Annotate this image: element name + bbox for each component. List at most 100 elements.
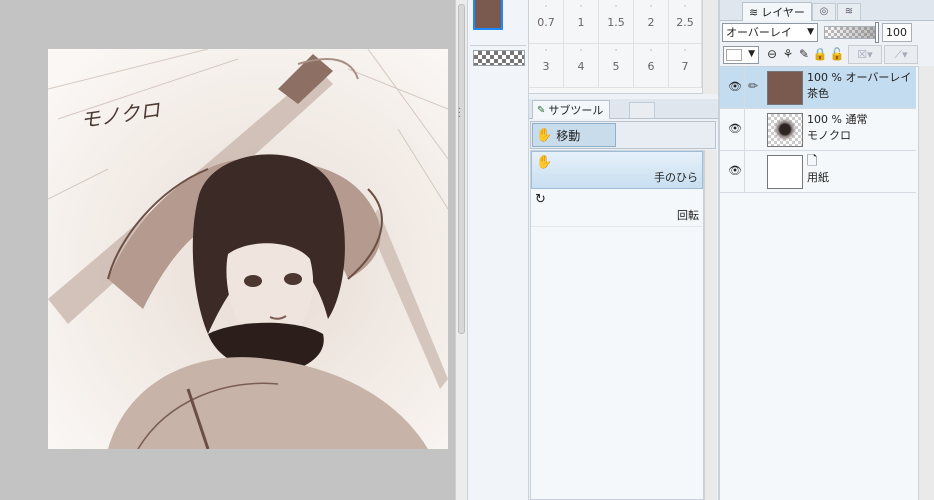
brush-size-cell[interactable]: · 3	[529, 44, 564, 88]
brush-size-cell[interactable]: · 2.5	[669, 0, 702, 44]
chevron-down-icon: ▼	[807, 27, 814, 37]
reference-icon[interactable]: ⚘	[780, 45, 796, 64]
subtool-list: ✋ 手のひら ↻ 回転	[530, 150, 704, 500]
canvas-scrollbar-thumb[interactable]	[458, 4, 465, 334]
layer-name: 用紙	[807, 171, 829, 184]
hand-icon: ✋	[536, 127, 553, 143]
tab-layer-search[interactable]: ≋	[837, 3, 861, 20]
canvas-area[interactable]: モノクロ	[0, 0, 455, 500]
layer-list-scrollbar[interactable]	[918, 66, 934, 500]
brush-size-value: 3	[542, 60, 550, 73]
subtool-item-label: 手のひら	[654, 171, 698, 184]
layer-row[interactable]: 👁 100 % 通常 モノクロ	[720, 109, 916, 151]
brush-size-value: 2.5	[676, 16, 694, 29]
layer-toolbar: ▼ ⊖ ⚘ ✎ 🔒 🔓 ☒▾ ⟋▾	[720, 45, 934, 65]
layer-row[interactable]: 👁 ✏ 100 % オーバーレイ 茶色	[720, 67, 916, 109]
rotate-icon: ↻	[535, 192, 546, 207]
subtool-item-label: 回転	[677, 209, 699, 222]
brush-size-cell[interactable]: · 6	[634, 44, 669, 88]
subtool-tab-icon: ✎	[537, 104, 546, 116]
layer-search-icon: ≋	[844, 6, 854, 17]
layer-mode: 通常	[845, 113, 868, 126]
subtool-tabbar: ✎ サブツール	[529, 99, 718, 119]
tab-subtool[interactable]: ✎ サブツール	[532, 100, 611, 119]
layer-tabbar: ≋ レイヤー ◎ ≋	[720, 0, 934, 21]
clip-icon[interactable]: ⊖	[764, 45, 780, 64]
brush-size-value: 4	[577, 60, 585, 73]
subtool-group-move-button[interactable]: ✋ 移動	[532, 123, 616, 147]
artwork-canvas[interactable]: モノクロ	[48, 49, 448, 449]
tab-layer-property[interactable]: ◎	[812, 3, 836, 20]
opacity-slider[interactable]	[824, 26, 876, 39]
subtool-item-rotate[interactable]: ↻ 回転	[531, 189, 703, 227]
mask-disabled-button[interactable]: ☒▾	[848, 45, 882, 64]
splitter-grip[interactable]: · · ·	[458, 105, 461, 123]
subtool-tab-label: サブツール	[548, 104, 604, 117]
brush-size-value: 1.5	[607, 16, 625, 29]
brush-size-cell[interactable]: · 1	[564, 0, 599, 44]
hand-icon: ✋	[536, 155, 553, 170]
blend-mode-value: オーバーレイ	[726, 26, 792, 39]
eye-icon[interactable]: 👁	[728, 80, 742, 93]
opacity-slider-knob[interactable]	[875, 22, 879, 43]
brush-size-value: 5	[612, 60, 620, 73]
brush-size-cell[interactable]: · 7	[669, 44, 702, 88]
draft-icon[interactable]: ✎	[796, 45, 812, 64]
layer-row[interactable]: 👁 🗋 用紙	[720, 151, 916, 193]
middle-panel: · 0.7 · 1 · 1.5 · 2 · 2.5 · 3 · 4 · 5 · 6 · 7 ✎ サブ…	[529, 0, 718, 500]
brush-size-value: 7	[681, 60, 689, 73]
brush-size-cell[interactable]: · 1.5	[599, 0, 634, 44]
brush-size-cell[interactable]: · 2	[634, 0, 669, 44]
layer-color-button[interactable]: ▼	[723, 46, 759, 64]
brush-size-cell[interactable]: · 5	[599, 44, 634, 88]
ruler-disabled-button[interactable]: ⟋▾	[884, 45, 918, 64]
subtool-item-hand[interactable]: ✋ 手のひら	[531, 151, 703, 189]
layer-property-icon: ◎	[819, 6, 829, 17]
subtool-scrollbar[interactable]	[704, 150, 717, 500]
brush-size-value: 6	[647, 60, 655, 73]
opacity-slider-fill	[825, 27, 875, 38]
layer-color-swatch	[726, 49, 742, 61]
lock-transparency-icon[interactable]: 🔓	[828, 45, 846, 64]
eye-icon[interactable]: 👁	[728, 122, 742, 135]
opacity-input[interactable]: 100	[882, 23, 912, 42]
layer-opacity-mode: 100 % 通常	[807, 113, 867, 126]
color-column	[467, 0, 529, 500]
brush-size-cell[interactable]: · 0.7	[529, 0, 564, 44]
brush-size-value: 2	[647, 16, 655, 29]
subtool-group-bar: ✋ 移動	[530, 121, 716, 149]
layer-opacity-mode: 100 % オーバーレイ	[807, 71, 911, 84]
transparent-color-swatch[interactable]	[473, 50, 525, 66]
eye-icon[interactable]: 👁	[728, 164, 742, 177]
tab-subtool-secondary[interactable]	[629, 102, 655, 118]
mask-icon: ☒▾	[857, 48, 873, 61]
ruler-icon: ⟋▾	[894, 48, 908, 61]
pen-icon: ✏	[748, 79, 759, 93]
layer-thumbnail	[767, 71, 803, 105]
layer-name: 茶色	[807, 87, 829, 100]
brush-size-cell[interactable]: · 4	[564, 44, 599, 88]
layer-tab-label: レイヤー	[761, 6, 805, 19]
canvas-scrollbar[interactable]	[455, 0, 467, 500]
layer-name: モノクロ	[807, 129, 851, 142]
paper-icon: 🗋	[807, 154, 818, 169]
tab-layer[interactable]: ≋ レイヤー	[742, 2, 812, 21]
subtool-group-label: 移動	[556, 128, 581, 143]
blend-mode-select[interactable]: オーバーレイ ▼	[722, 23, 818, 42]
chevron-down-icon: ▼	[748, 49, 755, 59]
main-color-swatch[interactable]	[473, 0, 503, 30]
brush-size-grid: · 0.7 · 1 · 1.5 · 2 · 2.5 · 3 · 4 · 5 · 6 · 7	[529, 0, 718, 94]
brush-size-value: 1	[577, 16, 585, 29]
layer-stack-icon: ≋	[749, 5, 759, 19]
layer-opacity: 100 %	[807, 113, 842, 126]
sub-color-frame	[470, 28, 526, 46]
layer-thumbnail	[767, 155, 803, 189]
brush-size-value: 0.7	[537, 16, 555, 29]
brush-size-scrollbar[interactable]	[702, 0, 718, 94]
layer-panel: ≋ レイヤー ◎ ≋ オーバーレイ ▼ 100 ▼ ⊖ ⚘ ✎ 🔒 🔓 ☒▾ ⟋…	[720, 0, 934, 500]
lock-icon[interactable]: 🔒	[812, 45, 828, 64]
layer-thumbnail	[767, 113, 803, 147]
layer-mode: オーバーレイ	[845, 71, 912, 84]
layer-list: 👁 ✏ 100 % オーバーレイ 茶色 👁 100 % 通常 モノクロ 👁 🗋	[720, 66, 918, 500]
layer-opacity: 100 %	[807, 71, 842, 84]
